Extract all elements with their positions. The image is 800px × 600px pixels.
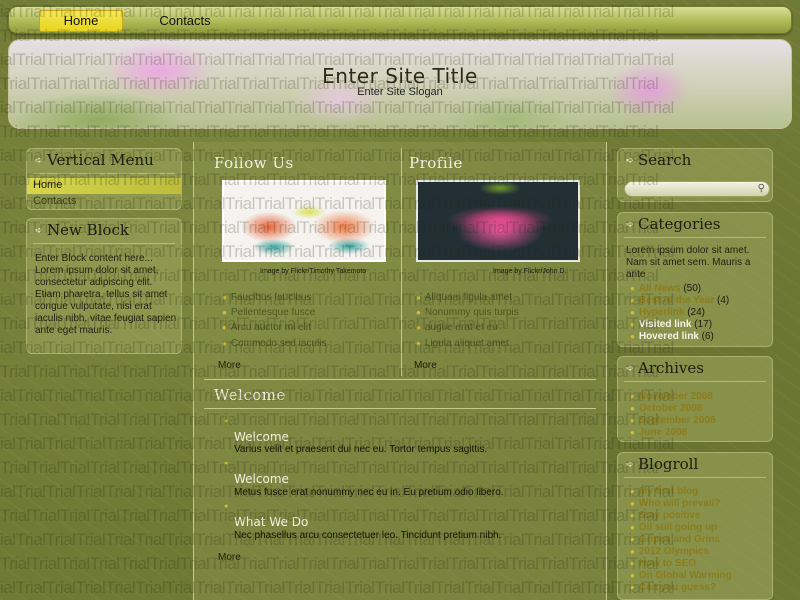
category-link[interactable]: ● Hyperlink (24) — [630, 307, 705, 318]
archives-block: ➪ Archives ● November 2008 ● October 2008 ●… — [617, 356, 773, 442]
list-item: ● Faucibus faucibus — [222, 292, 312, 303]
article-text: Nec phasellus arcu consectetuer leo. Tin… — [234, 530, 502, 541]
new-block: ➪ New Block Enter Block content here... L… — [26, 218, 182, 354]
arrow-right-icon: ➪ — [626, 156, 634, 166]
divider — [624, 237, 766, 238]
blogroll-link[interactable]: ● Can you guess? — [630, 582, 716, 593]
bullet-marker: ● — [224, 418, 229, 425]
arrow-right-icon: ➪ — [35, 156, 43, 166]
site-header: Enter Site Title Enter Site Slogan — [8, 39, 792, 129]
blogroll-link[interactable]: ● Stay positive — [630, 510, 701, 521]
arrow-right-icon: ➪ — [626, 460, 634, 470]
sneakers-photo — [222, 180, 386, 262]
more-link[interactable]: More — [218, 552, 241, 563]
blogroll-link[interactable]: ● On Global Warming — [630, 570, 732, 581]
search-block: ➪ Search ⚲ — [617, 148, 773, 202]
magnifier-icon[interactable]: ⚲ — [758, 183, 765, 194]
pink-flower-photo — [416, 180, 580, 262]
blogroll-link[interactable]: ● Oil still going up — [630, 522, 717, 533]
category-link[interactable]: ● Best of the Year (4) — [630, 295, 729, 306]
divider — [624, 477, 766, 478]
image-caption: Image by Flickr/Timothy Takemoto — [260, 268, 367, 275]
blogroll-block: ➪ Blogroll ● My first blog ● Who will preva… — [617, 452, 773, 600]
article-title[interactable]: What We Do — [234, 515, 308, 529]
article-title[interactable]: Welcome — [234, 430, 289, 444]
search-input[interactable]: ⚲ — [624, 181, 770, 197]
archive-link[interactable]: ● November 2008 — [630, 391, 713, 402]
list-item: ● augue erat et eu — [416, 322, 498, 333]
list-item: ● Ligula aliquet amet — [416, 338, 509, 349]
vertical-menu-block: ➪ Vertical Menu Home Contacts — [26, 148, 182, 210]
arrow-right-icon: ➪ — [35, 226, 43, 236]
divider — [33, 173, 175, 174]
blogroll-link[interactable]: ● Gripes and Grins — [630, 534, 720, 545]
list-item: ● Aliquam ligula amet — [416, 292, 513, 303]
site-slogan: Enter Site Slogan — [357, 86, 443, 98]
divider — [624, 381, 766, 382]
blogroll-link[interactable]: ● How to SEO — [630, 558, 696, 569]
categories-title: ➪ Categories — [626, 215, 721, 233]
blogroll-link[interactable]: ● 2012 Olympics — [630, 546, 709, 557]
follow-us-title: Follow Us — [214, 154, 294, 172]
profile-title: Profile — [409, 154, 463, 172]
bullet-marker: ● — [224, 503, 229, 510]
blogroll-link[interactable]: ● Who will prevail? — [630, 498, 721, 509]
blogroll-title: ➪ Blogroll — [626, 455, 699, 473]
divider — [204, 379, 596, 380]
archive-link[interactable]: ● June 2008 — [630, 427, 687, 438]
vertical-menu-title: ➪ Vertical Menu — [35, 151, 154, 169]
category-link-visited[interactable]: ● Visited link (17) — [630, 319, 712, 330]
nav-item-home[interactable]: Home — [39, 10, 123, 32]
category-link[interactable]: ● All News (50) — [630, 283, 701, 294]
list-item: ● Commodo sed iaculis — [222, 338, 327, 349]
divider — [204, 408, 596, 409]
welcome-title: Welcome — [214, 386, 286, 404]
top-nav: Home Contacts — [8, 6, 792, 34]
archive-link[interactable]: ● October 2008 — [630, 403, 702, 414]
categories-intro: Lorem ipsum dolor sit amet. Nam sit amet… — [626, 245, 751, 280]
archive-link[interactable]: ● September 2008 — [630, 415, 716, 426]
image-caption: Image by Flickr/John D. — [493, 268, 567, 275]
vmenu-item-home[interactable]: Home — [27, 178, 181, 194]
article-text: Metus fusce erat nonummy nec eu in. Eu p… — [234, 487, 504, 498]
divider — [33, 243, 175, 244]
site-title: Enter Site Title — [322, 64, 478, 88]
search-title: ➪ Search — [626, 151, 692, 169]
category-link-hovered[interactable]: ● Hovered link (6) — [630, 331, 714, 342]
main-content: Follow Us Image by Flickr/Timothy Takemo… — [193, 142, 607, 600]
article-title[interactable]: Welcome — [234, 472, 289, 486]
arrow-right-icon: ➪ — [626, 364, 634, 374]
arrow-right-icon: ➪ — [626, 220, 634, 230]
vmenu-item-contacts[interactable]: Contacts — [27, 194, 181, 210]
more-link[interactable]: More — [218, 360, 241, 371]
blogroll-link[interactable]: ● My first blog — [630, 486, 698, 497]
bullet-marker: ● — [224, 460, 229, 467]
new-block-text: Enter Block content here... Lorem ipsum … — [35, 253, 177, 336]
list-item: ● Nonummy quis turpis — [416, 307, 519, 318]
nav-item-contacts[interactable]: Contacts — [135, 10, 235, 32]
categories-block: ➪ Categories Lorem ipsum dolor sit amet. … — [617, 212, 773, 347]
article-text: Varius velit et praesent dui nec eu. Tor… — [234, 444, 488, 455]
column-divider — [401, 148, 402, 376]
list-item: ● Pellentesque fusce — [222, 307, 316, 318]
more-link[interactable]: More — [414, 360, 437, 371]
new-block-title: ➪ New Block — [35, 221, 129, 239]
archives-title: ➪ Archives — [626, 359, 704, 377]
list-item: ● Arcu auctor mi elit — [222, 322, 311, 333]
